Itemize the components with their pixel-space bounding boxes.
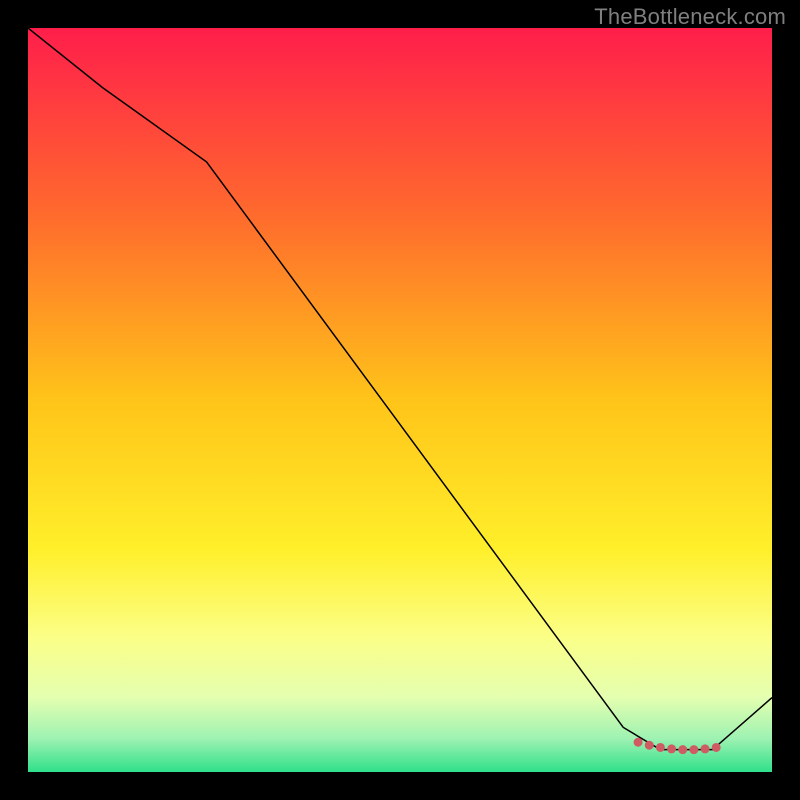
highlight-dot [656, 743, 665, 752]
highlight-dot [678, 745, 687, 754]
gradient-background [28, 28, 772, 772]
highlight-dot [689, 745, 698, 754]
highlight-dot [701, 744, 710, 753]
watermark-text: TheBottleneck.com [594, 4, 786, 30]
chart-stage: TheBottleneck.com [0, 0, 800, 800]
plot-area [28, 28, 772, 772]
highlight-dot [667, 744, 676, 753]
highlight-dot [634, 738, 643, 747]
chart-svg [28, 28, 772, 772]
highlight-dot [712, 743, 721, 752]
highlight-dot [645, 741, 654, 750]
